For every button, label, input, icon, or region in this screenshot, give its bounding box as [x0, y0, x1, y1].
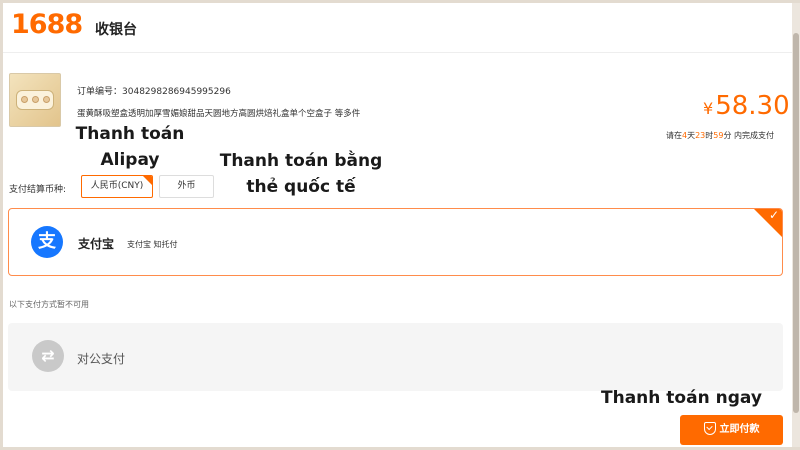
payment-deadline: 请在4天23时59分 内完成支付	[666, 130, 774, 141]
price-currency: ¥	[703, 99, 714, 118]
product-image-tray	[16, 90, 54, 110]
page-title: 收银台	[95, 22, 137, 38]
pay-now-button[interactable]: 立即付款	[680, 415, 783, 445]
product-image-detail	[32, 96, 39, 103]
currency-option-foreign[interactable]: 外币	[159, 175, 214, 198]
payment-method-alipay[interactable]: 支 支付宝 支付宝 知托付 ✓	[8, 208, 783, 276]
unavailable-methods-note: 以下支付方式暂不可用	[9, 300, 89, 309]
logo[interactable]: 1688	[11, 9, 83, 40]
annotation-line: Thanh toán	[75, 124, 185, 144]
order-product-title: 蛋黄酥吸塑盒透明加厚雪媚娘甜品天圆地方高圆烘焙礼盒单个空盒子 等多件	[77, 109, 361, 119]
product-thumbnail[interactable]	[9, 73, 61, 127]
deadline-hours: 23	[695, 131, 706, 140]
price-amount: 58.30	[715, 91, 790, 121]
order-number-value: 3048298286945995296	[122, 87, 231, 97]
alipay-subtitle: 支付宝 知托付	[127, 240, 178, 249]
deadline-minutes: 59	[713, 131, 724, 140]
product-image-detail	[43, 96, 50, 103]
shield-check-icon	[703, 422, 716, 435]
selected-corner-icon	[143, 176, 152, 185]
order-price: ¥58.30	[703, 91, 790, 121]
annotation-line: Thanh toán bằng	[219, 151, 383, 171]
annotation-alipay: Thanh toán Alipay	[65, 121, 195, 173]
order-number: 订单编号：3048298286945995296	[77, 84, 231, 97]
deadline-text: 分 内完成支付	[723, 131, 775, 140]
annotation-international-card: Thanh toán bằng thẻ quốc tế	[211, 148, 391, 200]
currency-option-label: 外币	[177, 181, 196, 191]
deadline-text: 请在	[666, 131, 682, 140]
checkmark-icon: ✓	[768, 208, 779, 222]
transfer-icon: ⇄	[32, 340, 64, 372]
cashier-page: 1688 收银台 订单编号：3048298286945995296 蛋黄酥吸塑盒…	[3, 3, 792, 447]
currency-option-cny[interactable]: 人民币(CNY)	[81, 175, 153, 198]
alipay-name: 支付宝	[78, 237, 115, 251]
annotation-pay-now: Thanh toán ngay	[601, 388, 762, 408]
product-image-detail	[21, 96, 28, 103]
header: 1688 收银台	[3, 3, 792, 53]
scrollbar-thumb[interactable]	[793, 33, 799, 413]
scrollbar[interactable]	[792, 3, 800, 447]
deadline-text: 天	[687, 131, 696, 140]
order-number-label: 订单编号：	[77, 87, 123, 97]
annotation-line: Alipay	[100, 150, 160, 170]
alipay-icon: 支	[31, 226, 63, 258]
currency-label: 支付结算币种:	[9, 185, 67, 195]
pay-button-label: 立即付款	[719, 424, 760, 435]
payment-method-corporate: ⇄ 对公支付	[8, 323, 783, 391]
corporate-name: 对公支付	[77, 352, 126, 366]
annotation-line: thẻ quốc tế	[246, 177, 356, 197]
currency-option-label: 人民币(CNY)	[90, 181, 144, 191]
